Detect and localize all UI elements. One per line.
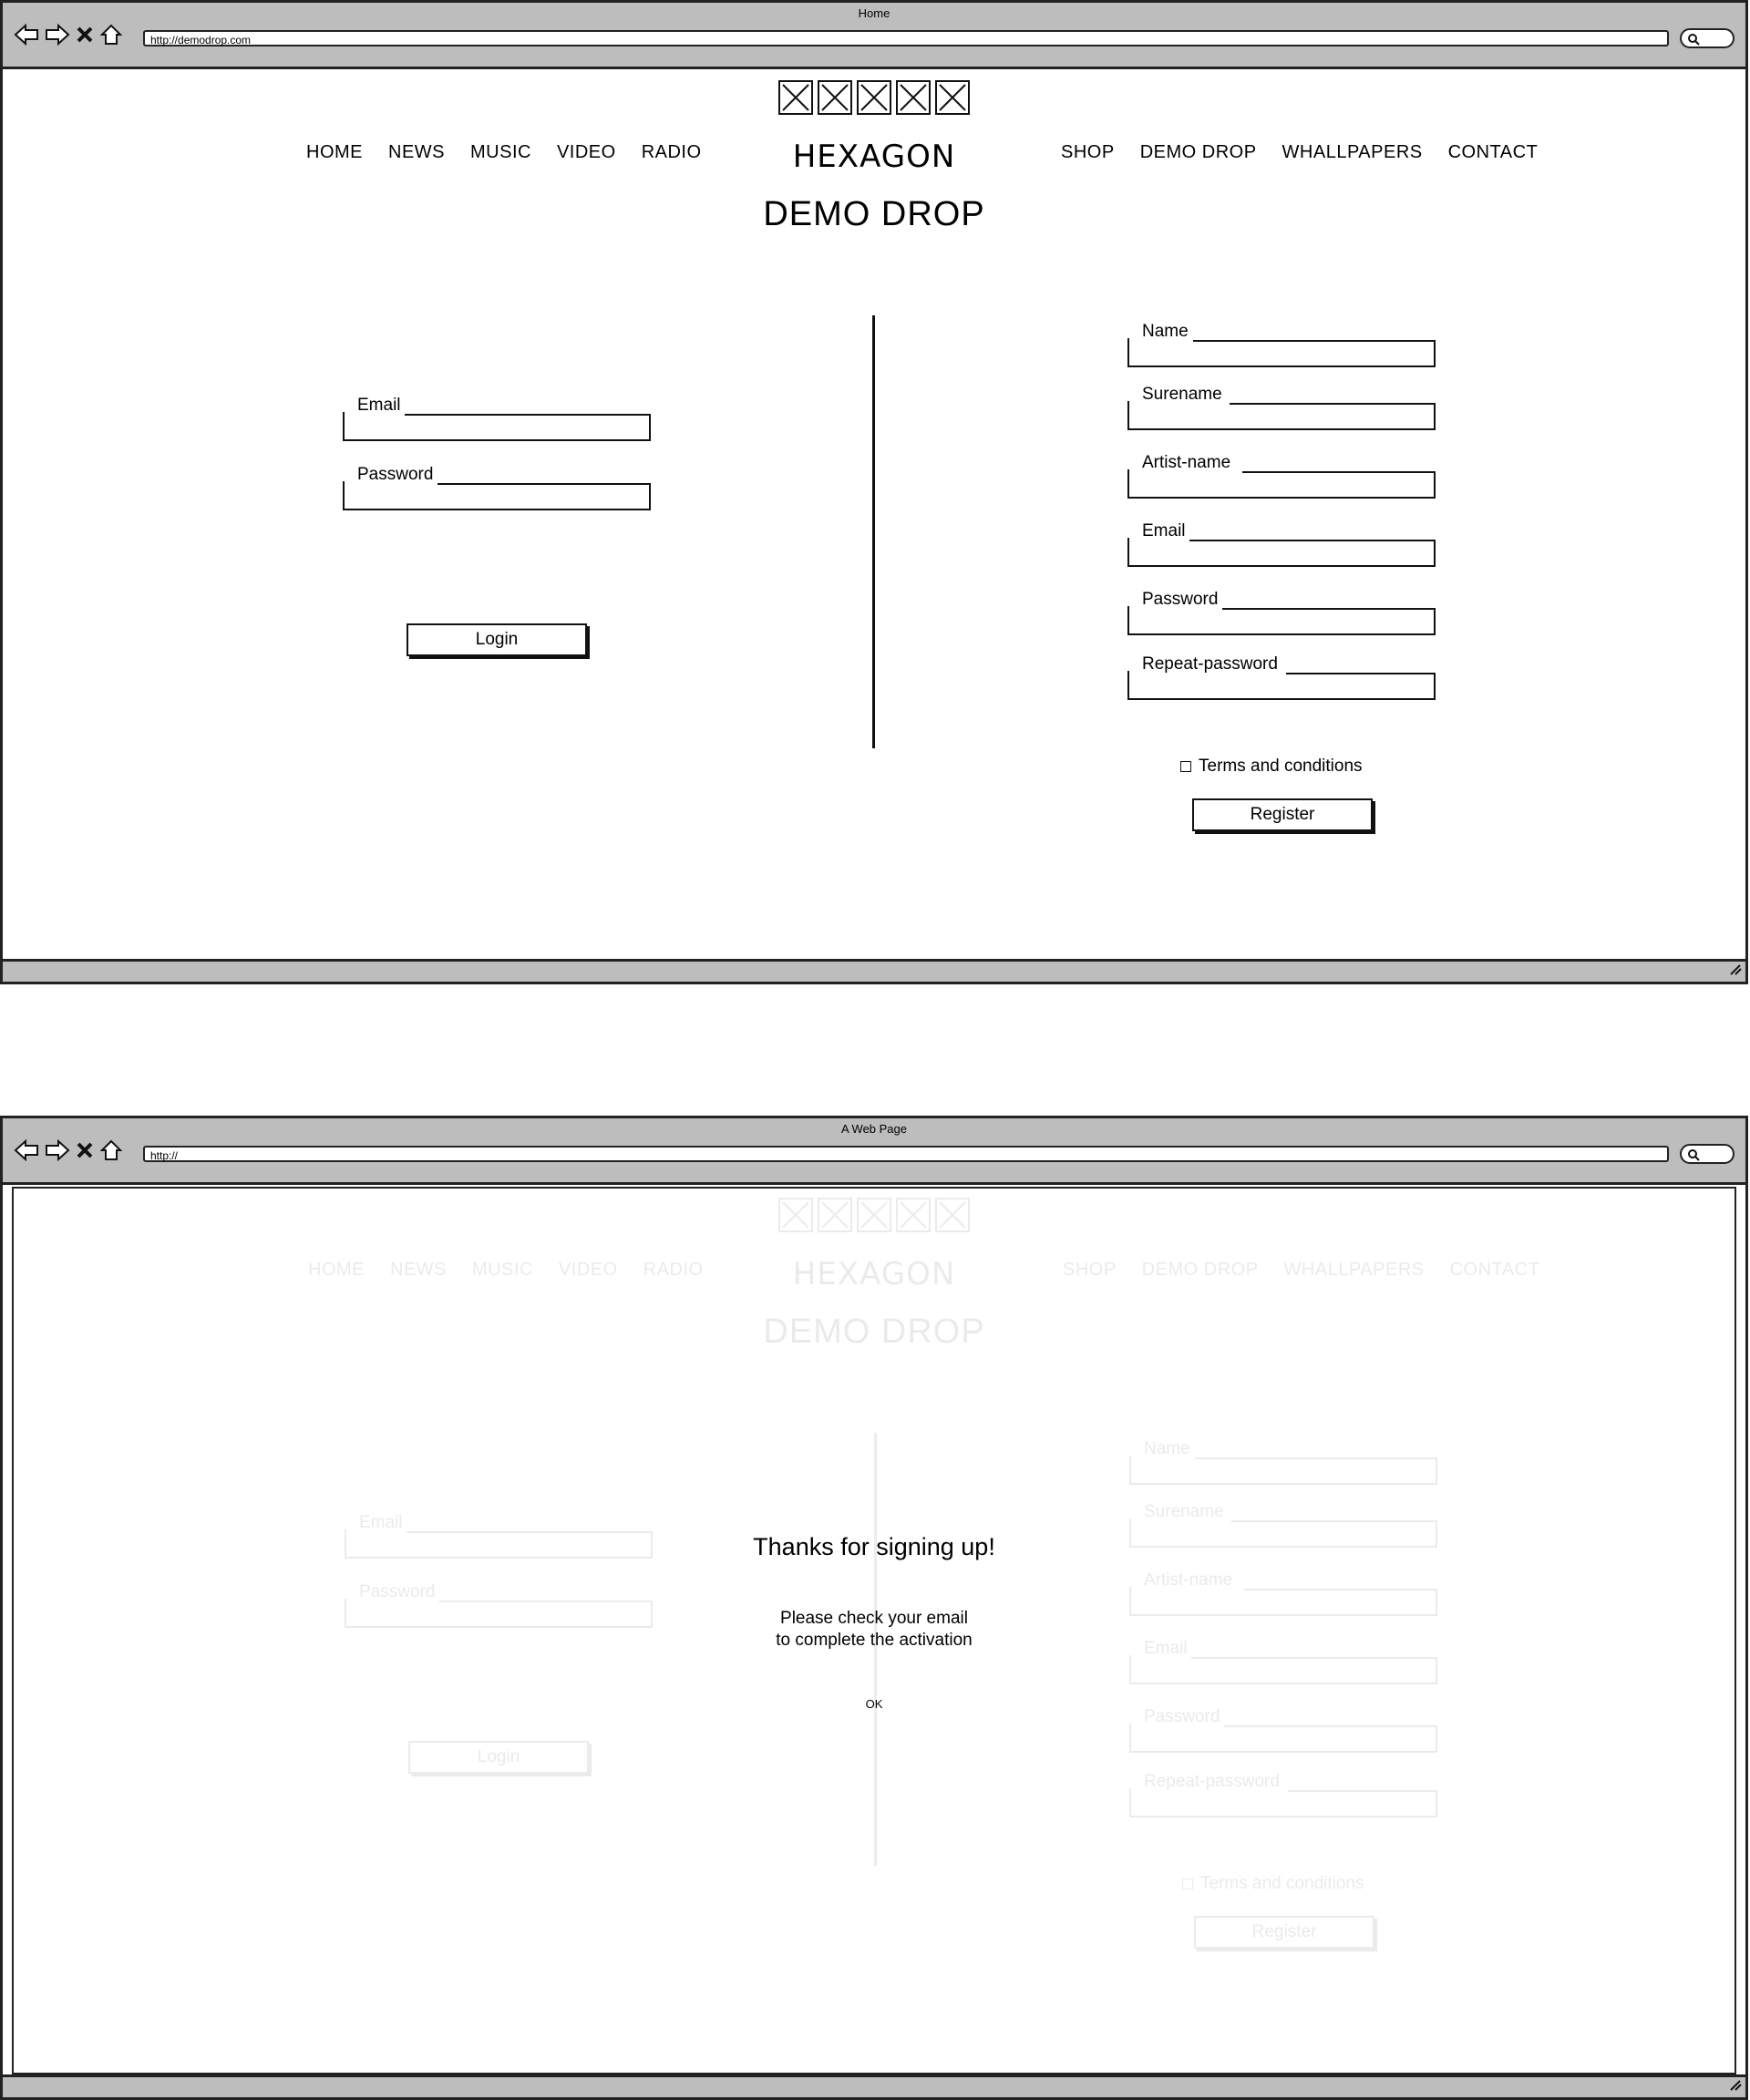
image-placeholder-icon	[818, 80, 852, 115]
signup-confirmation-dialog: Thanks for signing up! Please check your…	[14, 1189, 1735, 2073]
browser-window-modal: A Web Page http:// HOME NEWS MUSIC VIDEO…	[0, 1116, 1748, 2100]
register-name-field[interactable]: Name	[1127, 322, 1436, 367]
browser-search[interactable]	[1680, 28, 1735, 48]
forward-arrow-icon[interactable]	[45, 1138, 70, 1162]
dialog-message: Please check your email to complete the …	[14, 1608, 1735, 1652]
nav-video[interactable]: VIDEO	[557, 142, 616, 163]
back-arrow-icon[interactable]	[14, 23, 39, 46]
register-repeat-password-field[interactable]: Repeat-password	[1127, 654, 1436, 700]
register-email-input[interactable]	[1131, 543, 1432, 563]
register-surname-input[interactable]	[1131, 407, 1432, 427]
field-label: Repeat-password	[1142, 654, 1282, 674]
nav-demo-drop[interactable]: DEMO DROP	[1140, 142, 1257, 163]
register-password-field[interactable]: Password	[1127, 590, 1436, 635]
vertical-divider	[872, 315, 875, 748]
brand-logo[interactable]: HEXAGON	[793, 139, 956, 175]
browser-chrome: A Web Page http://	[3, 1118, 1745, 1185]
dialog-message-line: to complete the activation	[776, 1631, 973, 1650]
image-placeholder-icon	[778, 80, 813, 115]
main-nav-left: HOME NEWS MUSIC VIDEO RADIO	[306, 142, 702, 163]
image-placeholder-icon	[896, 80, 931, 115]
page-title: DEMO DROP	[763, 195, 985, 233]
image-placeholder-icon	[857, 80, 891, 115]
nav-shop[interactable]: SHOP	[1061, 142, 1115, 163]
window-title: A Web Page	[840, 1122, 908, 1136]
register-artist-field[interactable]: Artist-name	[1127, 453, 1436, 499]
image-placeholder-strip	[778, 80, 970, 115]
window-title: Home	[858, 6, 890, 20]
login-email-field[interactable]: Email	[343, 396, 651, 441]
status-bar	[3, 2074, 1745, 2097]
page-content: HOME NEWS MUSIC VIDEO RADIO HEXAGON SHOP…	[3, 69, 1745, 959]
browser-search[interactable]	[1680, 1144, 1735, 1164]
login-email-input[interactable]	[346, 417, 647, 438]
register-button[interactable]: Register	[1192, 798, 1373, 831]
nav-contact[interactable]: CONTACT	[1448, 142, 1539, 163]
page-content: HOME NEWS MUSIC VIDEO RADIO HEXAGON SHOP…	[12, 1187, 1736, 2074]
login-password-input[interactable]	[346, 487, 647, 507]
nav-news[interactable]: NEWS	[388, 142, 445, 163]
register-password-input[interactable]	[1131, 612, 1432, 632]
close-icon[interactable]	[76, 1140, 94, 1160]
field-label: Surename	[1142, 385, 1226, 405]
field-label: Password	[357, 465, 438, 485]
field-label: Password	[1142, 590, 1222, 610]
terms-label: Terms and conditions	[1199, 757, 1363, 776]
field-label: Artist-name	[1142, 453, 1235, 473]
login-password-field[interactable]: Password	[343, 465, 651, 510]
resize-grip-icon[interactable]	[1727, 962, 1742, 980]
close-icon[interactable]	[76, 25, 94, 45]
register-repeat-password-input[interactable]	[1131, 676, 1432, 696]
field-label: Email	[357, 396, 405, 416]
home-icon[interactable]	[99, 23, 123, 46]
home-icon[interactable]	[99, 1138, 123, 1162]
image-placeholder-icon	[935, 80, 970, 115]
nav-music[interactable]: MUSIC	[470, 142, 531, 163]
dialog-title: Thanks for signing up!	[753, 1533, 995, 1560]
checkbox-icon[interactable]	[1180, 761, 1191, 772]
field-label: Name	[1142, 322, 1192, 342]
resize-grip-icon[interactable]	[1727, 2078, 1742, 2095]
register-name-input[interactable]	[1131, 344, 1432, 364]
ok-button[interactable]: OK	[866, 1697, 883, 1711]
nav-wallpapers[interactable]: WHALLPAPERS	[1282, 142, 1423, 163]
url-bar[interactable]: http://demodrop.com	[143, 30, 1669, 46]
register-email-field[interactable]: Email	[1127, 521, 1436, 567]
status-bar	[3, 959, 1745, 982]
register-surname-field[interactable]: Surename	[1127, 385, 1436, 430]
register-artist-input[interactable]	[1131, 475, 1432, 495]
forward-arrow-icon[interactable]	[45, 23, 70, 46]
field-label: Email	[1142, 521, 1189, 541]
url-bar[interactable]: http://	[143, 1146, 1669, 1162]
main-nav-right: SHOP DEMO DROP WHALLPAPERS CONTACT	[1061, 142, 1538, 163]
nav-home[interactable]: HOME	[306, 142, 363, 163]
browser-chrome: Home http://demodrop.com	[3, 3, 1745, 69]
back-arrow-icon[interactable]	[14, 1138, 39, 1162]
dialog-message-line: Please check your email	[780, 1609, 968, 1628]
browser-window-home: Home http://demodrop.com HOME NEWS MUSIC…	[0, 0, 1748, 984]
nav-radio[interactable]: RADIO	[642, 142, 702, 163]
terms-checkbox-row[interactable]: Terms and conditions	[1180, 757, 1363, 777]
login-button[interactable]: Login	[407, 623, 587, 656]
